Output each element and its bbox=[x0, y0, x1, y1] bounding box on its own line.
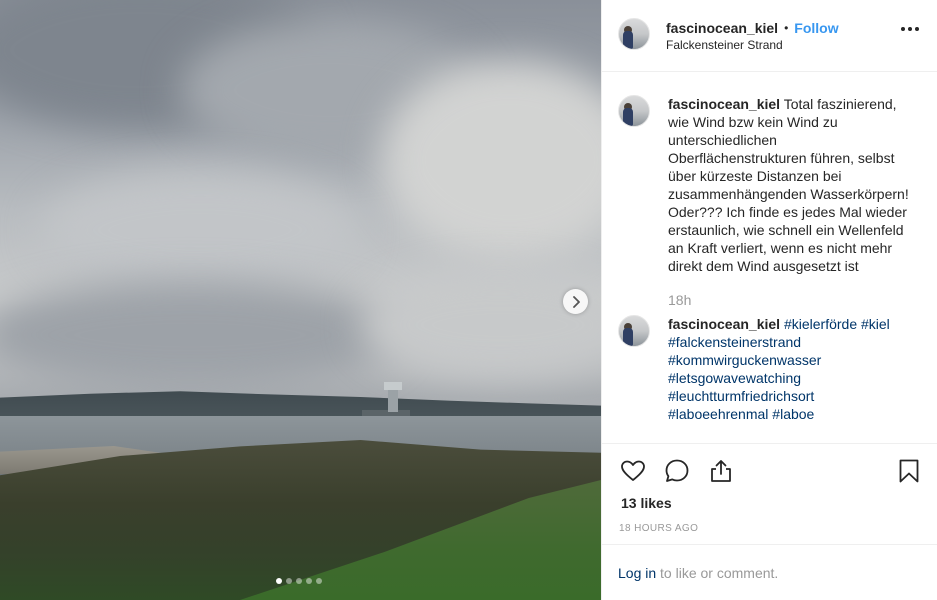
hashtag-link[interactable]: #kommwirguckenwasser bbox=[668, 352, 821, 368]
hashtag-comment: fascinocean_kiel #kielerförde #kiel #fal… bbox=[618, 315, 922, 423]
like-button[interactable] bbox=[620, 458, 646, 484]
chevron-right-icon bbox=[572, 295, 580, 308]
carousel-indicator bbox=[276, 578, 322, 584]
hashtag-link[interactable]: #kielerförde bbox=[784, 316, 857, 332]
follow-button[interactable]: Follow bbox=[794, 20, 838, 36]
avatar[interactable] bbox=[618, 95, 650, 127]
post-sidebar: fascinocean_kiel • Follow Falckensteiner… bbox=[601, 0, 937, 600]
share-icon bbox=[711, 460, 731, 482]
cloud bbox=[40, 170, 360, 290]
comments-section: fascinocean_kiel Total faszinierend, wie… bbox=[602, 72, 937, 443]
post-actions: 13 likes 18 HOURS AGO bbox=[602, 443, 937, 544]
avatar[interactable] bbox=[618, 315, 650, 347]
cloud bbox=[360, 270, 601, 380]
cloud bbox=[0, 280, 400, 390]
carousel-dot bbox=[316, 578, 322, 584]
login-prompt-text: to like or comment. bbox=[656, 565, 779, 581]
hashtag-link[interactable]: #laboeehrenmal bbox=[668, 406, 768, 422]
post-header: fascinocean_kiel • Follow Falckensteiner… bbox=[602, 0, 937, 72]
more-options-button[interactable] bbox=[901, 27, 919, 31]
carousel-next-button[interactable] bbox=[563, 289, 588, 314]
caption-text: Total faszinierend, wie Wind bzw kein Wi… bbox=[668, 96, 909, 274]
login-prompt: Log in to like or comment. bbox=[602, 544, 937, 600]
hashtag-link[interactable]: #laboe bbox=[772, 406, 814, 422]
post-user-line: fascinocean_kiel • Follow bbox=[666, 20, 839, 36]
lighthouse-platform bbox=[362, 410, 410, 416]
carousel-dot bbox=[286, 578, 292, 584]
heart-icon bbox=[621, 460, 645, 481]
carousel-dot bbox=[306, 578, 312, 584]
post-timestamp[interactable]: 18 HOURS AGO bbox=[619, 523, 698, 534]
carousel-dot bbox=[276, 578, 282, 584]
comment-icon bbox=[665, 459, 689, 482]
hashtag-link[interactable]: #falckensteinerstrand bbox=[668, 334, 801, 350]
comment-username[interactable]: fascinocean_kiel bbox=[668, 316, 780, 332]
username-link[interactable]: fascinocean_kiel bbox=[666, 20, 778, 36]
comment-button[interactable] bbox=[664, 458, 690, 484]
hashtag-link[interactable]: #letsgowavewatching bbox=[668, 370, 801, 386]
more-horizontal-icon bbox=[901, 27, 905, 31]
caption-time[interactable]: 18h bbox=[668, 291, 918, 309]
avatar[interactable] bbox=[618, 18, 650, 50]
bookmark-icon bbox=[899, 459, 919, 483]
login-link[interactable]: Log in bbox=[618, 565, 656, 581]
save-button[interactable] bbox=[896, 458, 922, 484]
hashtag-link[interactable]: #leuchtturmfriedrichsort bbox=[668, 388, 814, 404]
post-photo[interactable] bbox=[0, 0, 601, 600]
caption-comment: fascinocean_kiel Total faszinierend, wie… bbox=[618, 95, 922, 309]
caption-username[interactable]: fascinocean_kiel bbox=[668, 96, 780, 112]
location-link[interactable]: Falckensteiner Strand bbox=[666, 38, 783, 52]
hashtag-link[interactable]: #kiel bbox=[861, 316, 890, 332]
likes-count[interactable]: 13 likes bbox=[621, 495, 672, 511]
separator-dot: • bbox=[784, 21, 789, 35]
share-button[interactable] bbox=[708, 458, 734, 484]
carousel-dot bbox=[296, 578, 302, 584]
lighthouse-top bbox=[384, 382, 402, 390]
